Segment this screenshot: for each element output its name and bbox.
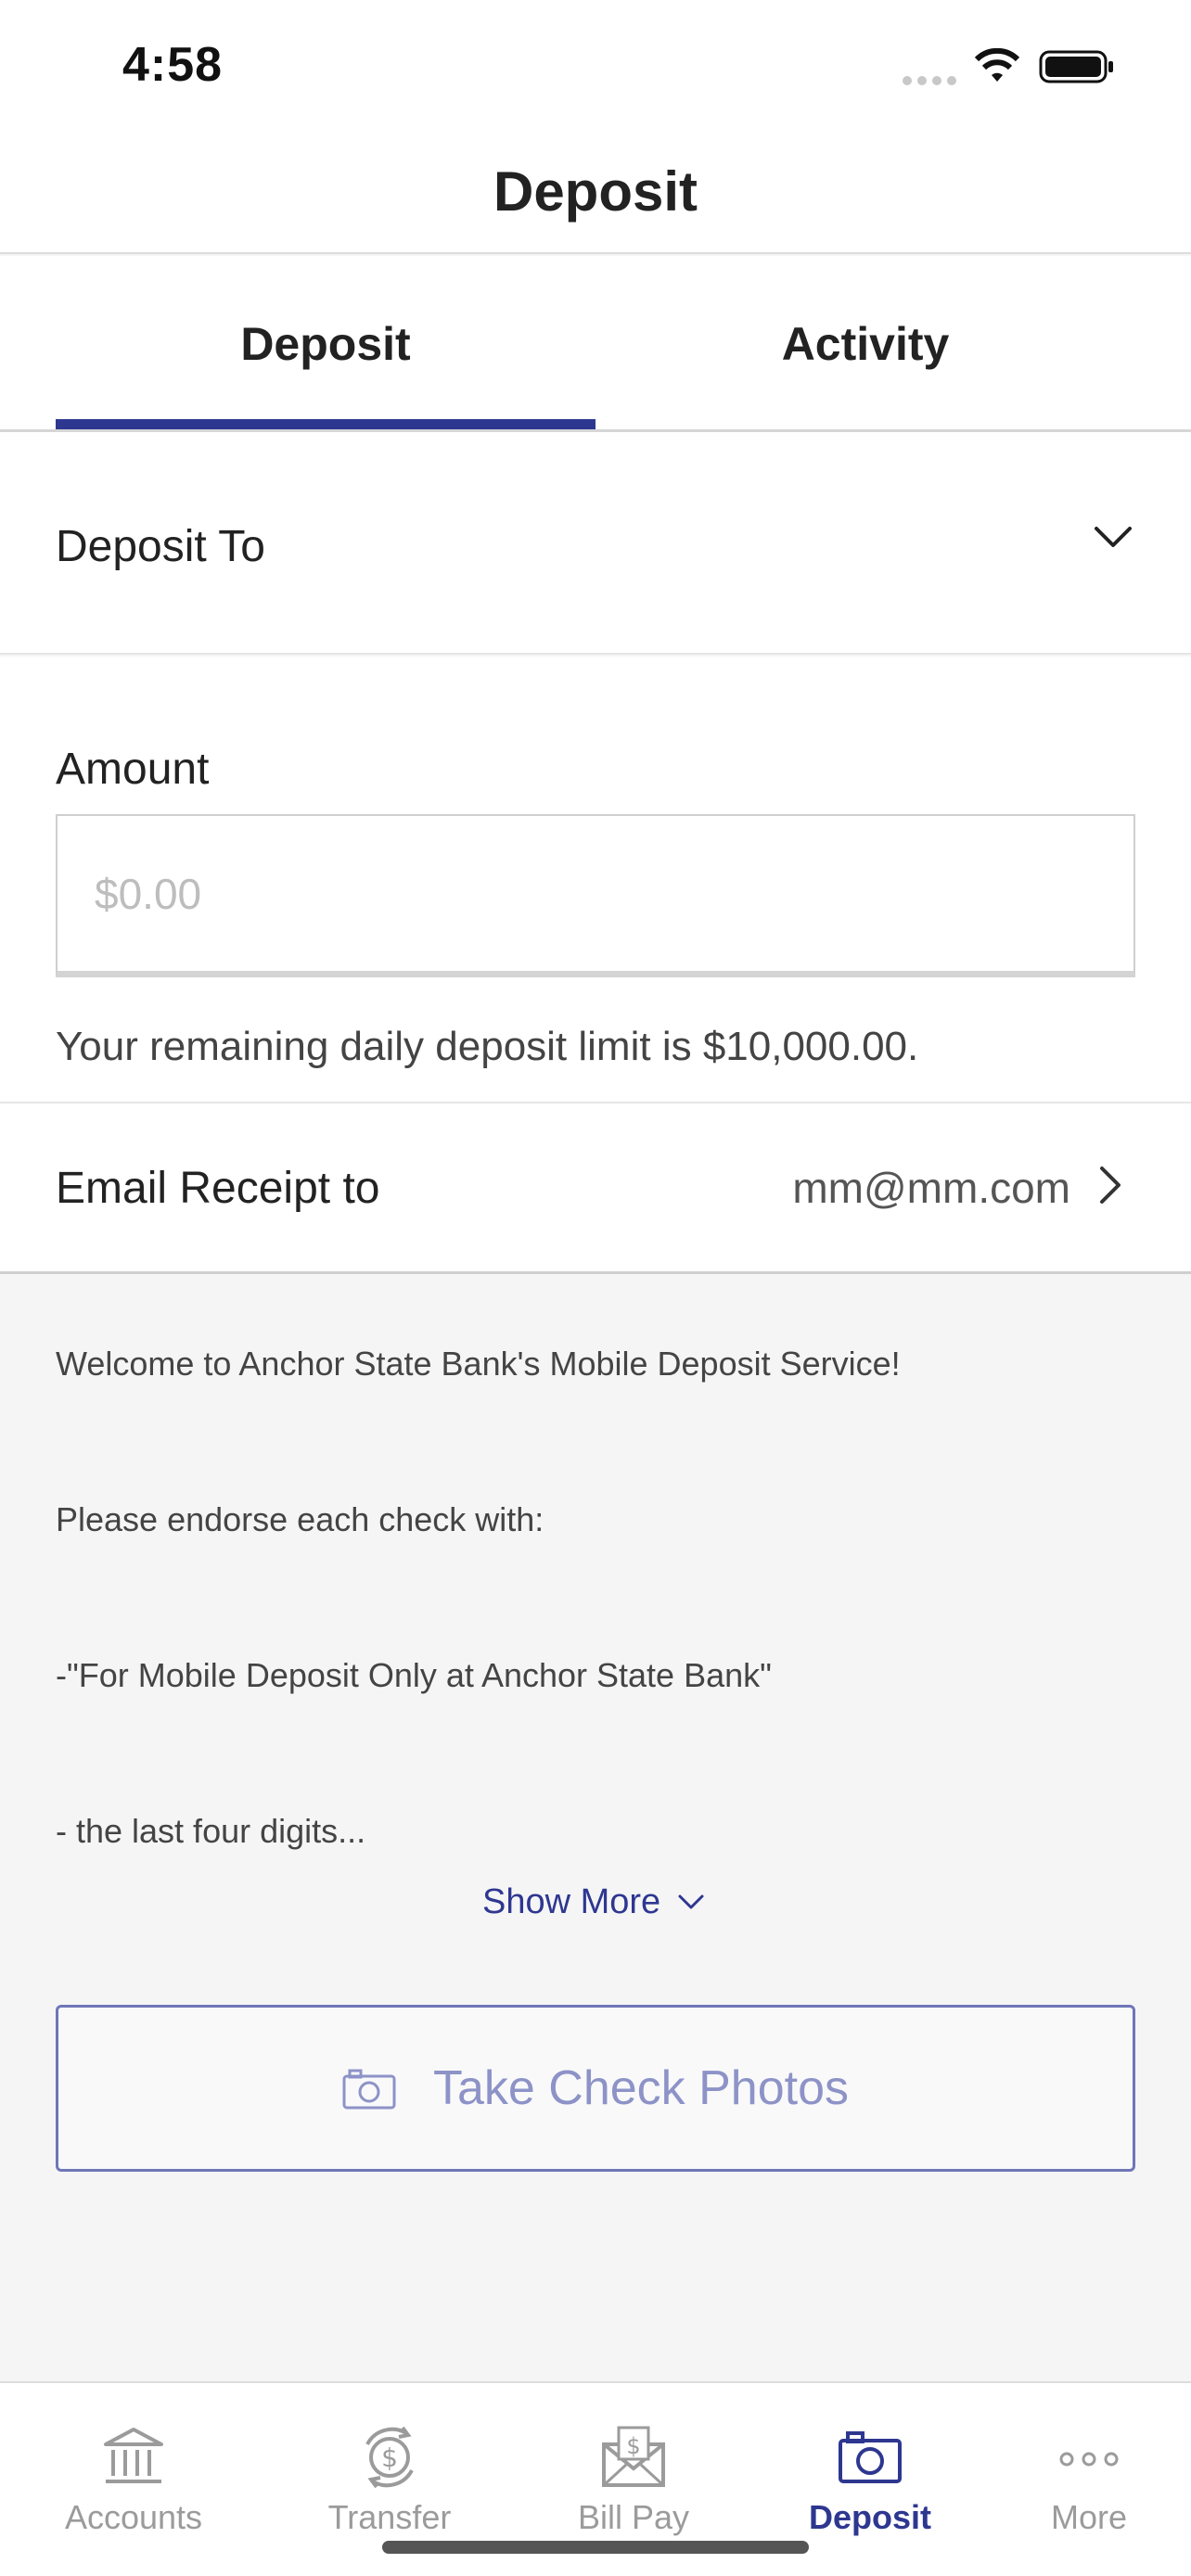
instruction-line: - the last four digits... xyxy=(56,1812,366,1850)
nav-label-bill-pay: Bill Pay xyxy=(577,2498,690,2536)
take-check-photos-label: Take Check Photos xyxy=(432,2061,850,2115)
deposit-limit-text: Your remaining daily deposit limit is $1… xyxy=(56,1024,919,1069)
camera-icon xyxy=(342,2069,396,2110)
status-time: 4:58 xyxy=(122,38,224,92)
instruction-line: Please endorse each check with: xyxy=(56,1500,544,1538)
instruction-line: Welcome to Anchor State Bank's Mobile De… xyxy=(56,1345,901,1383)
amount-input[interactable] xyxy=(56,814,1135,977)
nav-header: Deposit xyxy=(0,130,1191,254)
segmented-tabs: Deposit Activity xyxy=(0,256,1191,432)
chevron-down-icon[interactable] xyxy=(1093,521,1133,553)
tab-deposit[interactable]: Deposit xyxy=(56,256,596,432)
bill-pay-icon: $ xyxy=(602,2426,665,2487)
email-receipt-value: mm@mm.com xyxy=(792,1164,1070,1212)
bank-icon xyxy=(104,2428,163,2483)
active-tab-indicator xyxy=(56,419,596,429)
transfer-icon: $ xyxy=(365,2426,414,2489)
more-dots-icon xyxy=(1059,2452,1119,2467)
deposit-to-selector[interactable]: Deposit To xyxy=(0,432,1191,655)
amount-label: Amount xyxy=(56,745,210,794)
email-receipt-label: Email Receipt to xyxy=(56,1164,380,1213)
instruction-line: -"For Mobile Deposit Only at Anchor Stat… xyxy=(56,1656,772,1694)
tab-activity[interactable]: Activity xyxy=(596,256,1135,432)
battery-icon xyxy=(1039,50,1113,83)
wifi-icon xyxy=(974,48,1020,82)
nav-label-more: More xyxy=(1050,2498,1128,2536)
page-title: Deposit xyxy=(493,160,698,223)
cellular-signal-icon xyxy=(903,76,956,85)
nav-label-accounts: Accounts xyxy=(64,2498,203,2536)
deposit-to-label: Deposit To xyxy=(56,522,265,571)
nav-label-deposit: Deposit xyxy=(808,2498,931,2536)
nav-label-transfer: Transfer xyxy=(327,2498,452,2536)
show-more-label: Show More xyxy=(482,1881,661,1921)
nav-item-accounts[interactable]: Accounts xyxy=(15,2383,252,2576)
email-receipt-row[interactable]: Email Receipt to mm@mm.com xyxy=(0,1103,1191,1274)
show-more-button[interactable]: Show More xyxy=(482,1879,705,1925)
svg-text:$: $ xyxy=(626,2433,640,2459)
status-bar: 4:58 xyxy=(0,0,1191,130)
camera-icon xyxy=(839,2431,902,2483)
take-check-photos-button[interactable]: Take Check Photos xyxy=(56,2005,1135,2172)
nav-item-more[interactable]: More xyxy=(970,2383,1191,2576)
home-indicator[interactable] xyxy=(382,2541,809,2554)
amount-section: Amount Your remaining daily deposit limi… xyxy=(0,657,1191,1103)
svg-text:$: $ xyxy=(381,2442,398,2473)
chevron-right-icon[interactable] xyxy=(1096,1165,1124,1205)
chevron-down-icon xyxy=(678,1894,704,1909)
